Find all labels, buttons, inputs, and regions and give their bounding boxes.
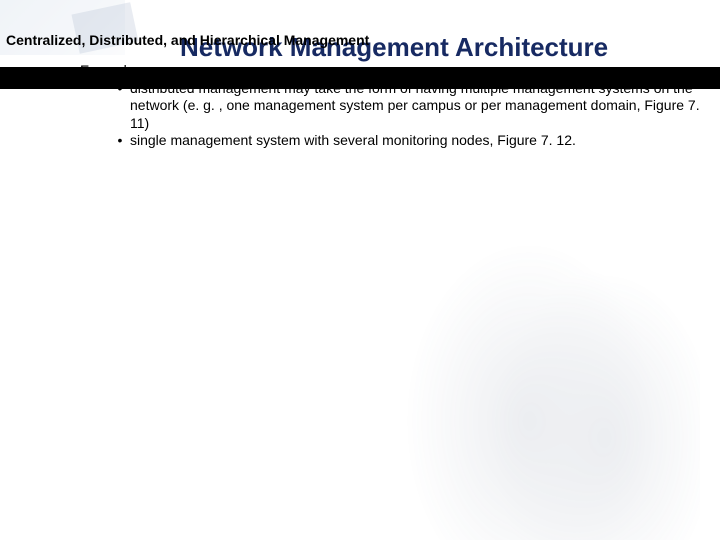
bullet-marker: •	[110, 132, 130, 150]
bg-deco-bottom	[320, 200, 700, 540]
bullet-text: single management system with several mo…	[130, 132, 700, 150]
slide-subtitle: Centralized, Distributed, and Hierarchic…	[6, 32, 369, 48]
bullet-lvl2: • single management system with several …	[110, 132, 700, 150]
bullet-text: distributed management may take the form…	[130, 80, 700, 133]
bullet-lvl2: • distributed management may take the fo…	[110, 80, 700, 133]
bullet-marker: •	[60, 62, 80, 80]
bullet-marker: •	[110, 80, 130, 98]
bullet-lvl1: • Example	[60, 62, 700, 80]
slide: Centralized, Distributed, and Hierarchic…	[0, 0, 720, 540]
slide-body: • Example • distributed management may t…	[30, 62, 700, 150]
bullet-text: Example	[80, 62, 700, 80]
